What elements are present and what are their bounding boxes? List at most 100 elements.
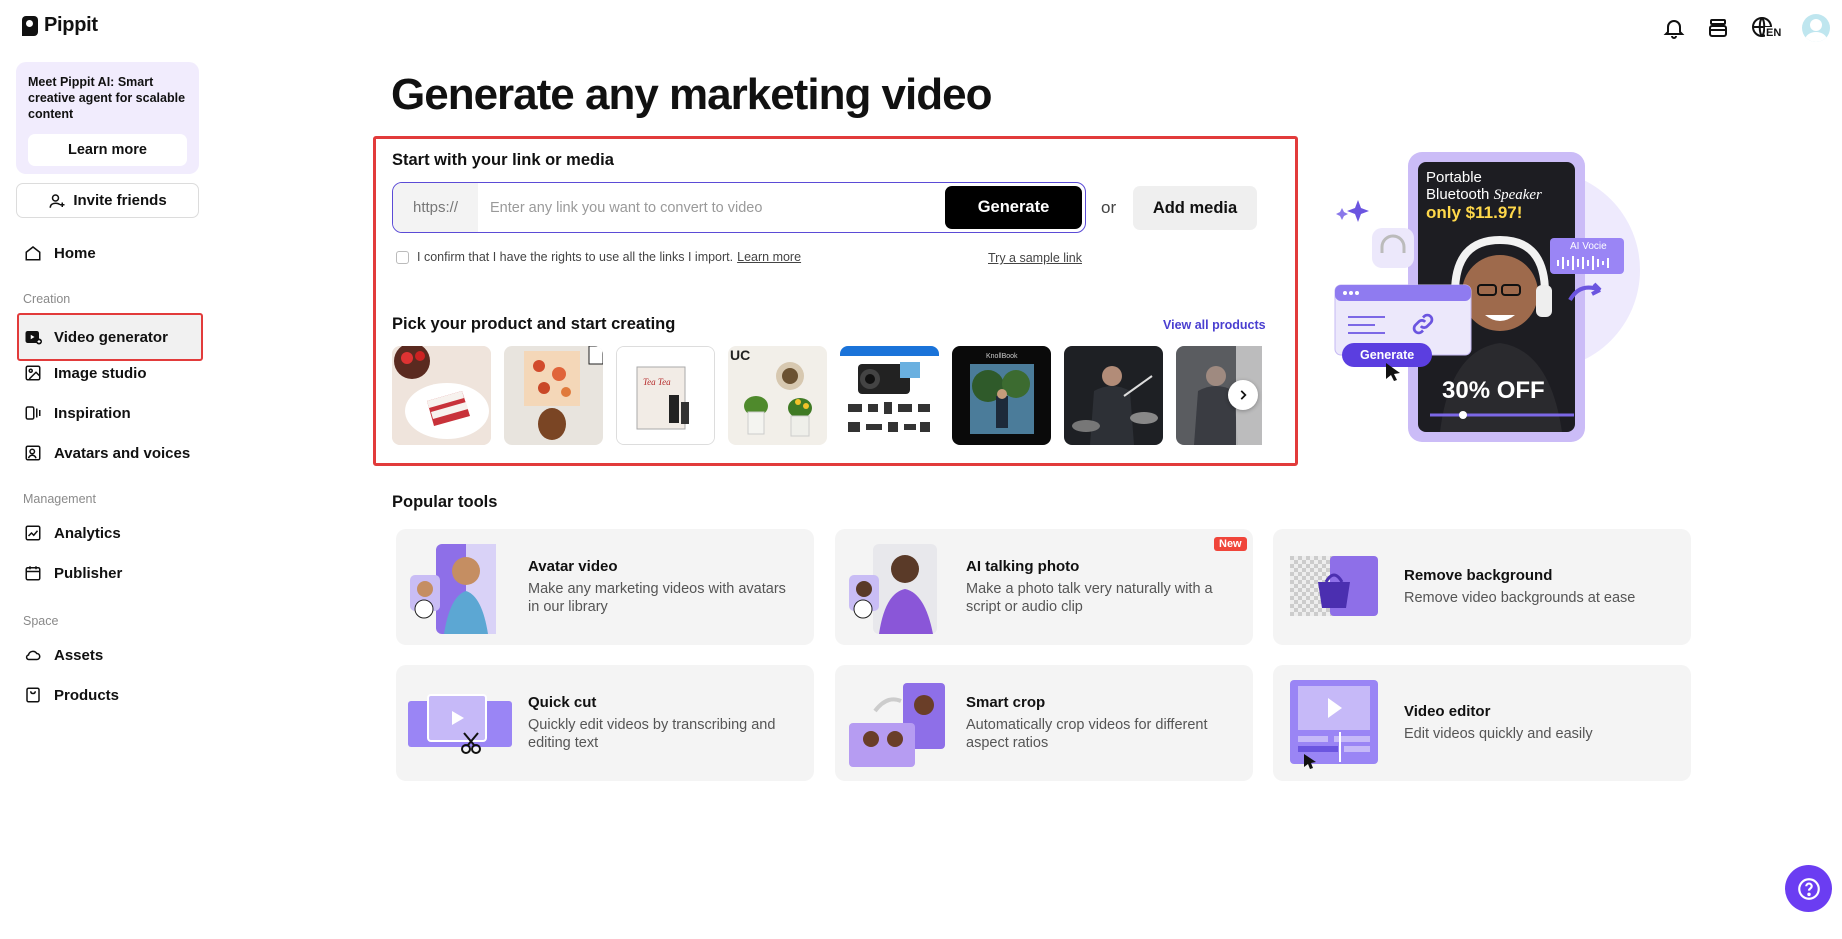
help-button[interactable] [1785,865,1832,912]
camera-kit-image [840,346,939,445]
carousel-next-button[interactable] [1228,380,1258,410]
lamp-image [504,346,603,445]
learn-more-button[interactable]: Learn more [28,134,187,166]
sidebar-item-video-generator[interactable]: Video generator [24,326,168,348]
invite-friends-button[interactable]: Invite friends [16,183,199,218]
svg-text:Tea Tea: Tea Tea [643,377,671,387]
quick-cut-thumbnail [408,693,512,762]
pippit-logo-icon [22,15,38,36]
rights-checkbox[interactable] [396,250,409,264]
sidebar-item-label: Analytics [54,524,121,542]
or-separator: or [1101,198,1117,217]
hero-generate-label: Generate [1360,348,1415,362]
hero-line2-italic: Speaker [1493,187,1542,203]
inspiration-icon [25,406,41,420]
hero-product-name: Portable Bluetooth Speaker only $11.97! [1426,169,1542,221]
invite-friends-label: Invite friends [73,192,167,209]
tool-title: Video editor [1404,703,1491,720]
sidebar-item-label: Home [54,244,96,262]
sidebar-item-label: Avatars and voices [54,444,191,462]
cake-image [392,346,491,445]
tool-desc: Edit videos quickly and easily [1404,726,1593,742]
hero-discount: 30% OFF [1442,377,1545,404]
tool-desc: Remove video backgrounds at ease [1404,590,1636,606]
confirm-learn-more-link[interactable]: Learn more [737,250,801,264]
avatar-voice-icon [25,445,41,461]
link-section-title: Start with your link or media [392,151,614,169]
layers-icon[interactable] [1706,16,1730,40]
outdoor-person-image: KnollBook [952,346,1051,445]
app-logo[interactable]: Pippit [22,14,98,37]
calendar-icon [25,566,41,581]
product-thumbnail-plants[interactable]: UC [728,346,827,445]
svg-text:UC: UC [730,347,750,363]
image-icon [25,365,41,381]
generate-button[interactable]: Generate [945,186,1082,229]
add-media-button[interactable]: Add media [1133,186,1257,230]
tool-title: Quick cut [528,694,597,711]
sidebar-item-inspiration[interactable]: Inspiration [24,402,131,424]
sidebar-item-analytics[interactable]: Analytics [24,522,121,544]
product-thumbnail-camera[interactable] [840,346,939,445]
top-toolbar: EN [1662,14,1830,42]
ai-talking-photo-thumbnail [849,541,939,639]
bell-icon[interactable] [1662,16,1686,40]
tool-desc: Make any marketing videos with avatars i… [528,581,786,615]
analytics-icon [25,525,41,541]
page-title: Generate any marketing video [391,70,992,119]
tool-desc: Automatically crop videos for different … [966,717,1208,751]
product-thumbnail-tea-box[interactable]: Tea Tea [616,346,715,445]
tool-title: Smart crop [966,694,1046,711]
popular-tools-title: Popular tools [392,493,498,511]
sidebar-item-assets[interactable]: Assets [24,644,103,666]
url-input[interactable] [478,183,945,232]
sidebar-item-image-studio[interactable]: Image studio [24,362,147,384]
url-prefix: https:// [393,183,478,232]
hero-line2-text: Bluetooth [1426,186,1490,203]
sidebar-item-label: Products [54,686,120,704]
cloud-icon [25,650,41,661]
user-avatar[interactable] [1802,14,1830,42]
tool-title: Remove background [1404,567,1553,584]
plant-vases-image: UC [728,346,827,445]
section-label-creation: Creation [23,292,71,306]
tool-title: AI talking photo [966,558,1080,575]
rights-confirm-row: I confirm that I have the rights to use … [396,250,801,264]
hero-price: only $11.97! [1426,203,1523,222]
hero-line2: Bluetooth Speaker [1426,186,1542,204]
app-name: Pippit [44,14,98,36]
tool-desc: Make a photo talk very naturally with a … [966,581,1213,615]
sidebar-item-label: Publisher [54,564,123,582]
sidebar-item-label: Inspiration [54,404,131,422]
product-thumbnail-drummer[interactable] [1064,346,1163,445]
product-thumbnail-outdoor[interactable]: KnollBook [952,346,1051,445]
url-input-group: https:// Generate [392,182,1086,233]
sidebar-item-products[interactable]: Products [24,684,119,706]
svg-text:KnollBook: KnollBook [986,353,1018,360]
video-plus-icon [25,331,42,345]
add-user-icon [49,193,65,208]
product-box-icon [26,687,40,703]
sidebar-item-label: Image studio [54,364,147,382]
sidebar-item-publisher[interactable]: Publisher [24,562,122,584]
view-all-products-link[interactable]: View all products [1163,318,1266,332]
language-selector[interactable]: EN [1750,15,1783,41]
try-sample-link[interactable]: Try a sample link [988,251,1082,265]
video-editor-thumbnail [1290,680,1378,775]
product-thumbnail-cake[interactable] [392,346,491,445]
promo-card: Meet Pippit AI: Smart creative agent for… [16,62,199,174]
remove-background-thumbnail [1290,556,1378,621]
sidebar-item-home[interactable]: Home [24,242,96,264]
product-thumbnail-lamp[interactable] [504,346,603,445]
drummer-image [1064,346,1163,445]
hero-ai-label: AI Vocie [1570,241,1607,252]
confirm-text: I confirm that I have the rights to use … [417,250,734,264]
link-icon [1412,313,1434,335]
home-icon [25,246,41,261]
sidebar-item-label: Video generator [54,328,168,346]
chevron-right-icon [1240,390,1247,400]
help-icon [1797,877,1820,900]
new-badge: New [1214,537,1247,551]
products-title: Pick your product and start creating [392,315,676,333]
sidebar-item-avatars[interactable]: Avatars and voices [24,442,190,464]
